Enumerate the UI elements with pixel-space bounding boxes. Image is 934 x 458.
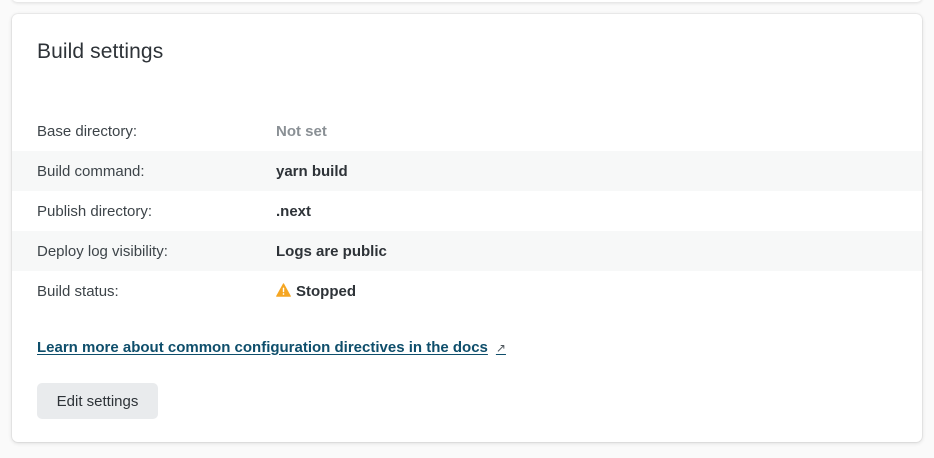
external-link-icon: ↗ <box>495 340 506 355</box>
setting-label: Base directory: <box>37 122 138 140</box>
setting-row-build-status: Build status: Stopped <box>12 271 922 311</box>
edit-settings-button[interactable]: Edit settings <box>37 383 158 419</box>
setting-label: Build command: <box>37 162 145 180</box>
setting-value: .next <box>276 202 312 220</box>
setting-row-build-command: Build command: yarn build <box>12 151 922 191</box>
docs-link-text[interactable]: Learn more about common configuration di… <box>37 339 488 356</box>
warning-icon <box>276 283 291 297</box>
settings-list: Base directory: Not set Build command: y… <box>12 111 922 311</box>
build-settings-card: Build settings Base directory: Not set B… <box>12 14 922 442</box>
card-title: Build settings <box>37 40 164 63</box>
docs-link[interactable]: Learn more about common configuration di… <box>37 339 506 356</box>
previous-card-edge <box>12 0 922 2</box>
setting-label: Deploy log visibility: <box>37 242 168 260</box>
setting-value: Logs are public <box>276 242 387 260</box>
setting-row-base-directory: Base directory: Not set <box>12 111 922 151</box>
setting-value: Not set <box>276 122 327 140</box>
setting-row-publish-directory: Publish directory: .next <box>12 191 922 231</box>
build-status-text: Stopped <box>296 282 356 300</box>
setting-label: Publish directory: <box>37 202 153 220</box>
setting-value: yarn build <box>276 162 348 180</box>
setting-row-deploy-log-visibility: Deploy log visibility: Logs are public <box>12 231 922 271</box>
setting-label: Build status: <box>37 282 119 300</box>
build-status-value: Stopped <box>276 283 356 300</box>
